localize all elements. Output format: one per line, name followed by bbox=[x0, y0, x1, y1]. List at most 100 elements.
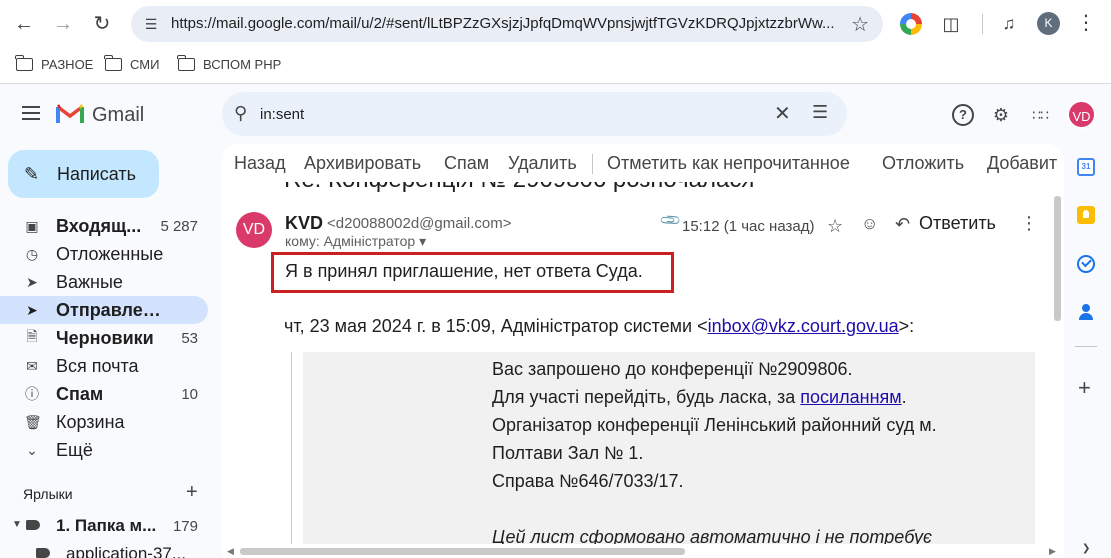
sidebar-item-label: Отправленные bbox=[56, 299, 171, 320]
address-bar[interactable]: ☰ https://mail.google.com/mail/u/2/#sent… bbox=[131, 6, 883, 42]
sidebar-item-all-mail[interactable]: ✉ Вся почта bbox=[0, 352, 208, 380]
sender-email-link[interactable]: inbox@vkz.court.gov.ua bbox=[708, 316, 899, 336]
expand-arrow-icon[interactable]: ▼ bbox=[12, 519, 22, 530]
gear-icon[interactable]: ⚙ bbox=[990, 104, 1012, 126]
sender-name: KVD bbox=[285, 213, 324, 233]
search-input[interactable] bbox=[260, 102, 760, 126]
sidebar-item-label: Входящ... bbox=[56, 215, 142, 236]
main-menu-icon[interactable] bbox=[22, 106, 40, 120]
important-icon: ➤ bbox=[26, 273, 38, 290]
folder-icon bbox=[104, 55, 122, 71]
sidebar-item-important[interactable]: ➤ Важные bbox=[0, 268, 208, 296]
draft-count: 53 bbox=[181, 329, 198, 347]
sidebar-item-label: Отложенные bbox=[56, 243, 164, 264]
search-icon[interactable]: ⚲ bbox=[234, 103, 247, 124]
quote-line-end: . bbox=[901, 387, 907, 407]
reply-button[interactable]: Ответить bbox=[919, 213, 996, 234]
labels-heading: Ярлыки bbox=[23, 486, 73, 502]
conference-link[interactable]: посиланням bbox=[800, 387, 901, 407]
label-name: application-37... bbox=[66, 544, 187, 558]
search-options-icon[interactable]: ☰ bbox=[812, 102, 828, 123]
back-arrow-icon[interactable]: ← bbox=[12, 12, 36, 36]
apps-grid-icon[interactable]: ∷∷ bbox=[1029, 104, 1051, 126]
bookmark-folder-raznoe[interactable]: РАЗНОЕ bbox=[15, 55, 94, 72]
mark-unread-button[interactable]: Отметить как непрочитанное bbox=[607, 153, 850, 174]
sidebar-item-label: Вся почта bbox=[56, 355, 139, 376]
extensions-puzzle-icon[interactable]: ◫ bbox=[940, 13, 962, 35]
reload-icon[interactable]: ↻ bbox=[90, 12, 114, 36]
bookmark-folder-vspom[interactable]: ВСПОМ РНР bbox=[177, 55, 281, 72]
sidebar-item-trash[interactable]: 🗑 Корзина bbox=[0, 408, 208, 436]
browser-profile-avatar[interactable]: K bbox=[1037, 12, 1060, 35]
add-addon-icon[interactable]: + bbox=[1078, 375, 1091, 401]
clear-search-icon[interactable]: ✕ bbox=[774, 101, 791, 126]
quote-line: Полтави Зал № 1. bbox=[492, 443, 644, 463]
horizontal-scrollbar-thumb[interactable] bbox=[240, 548, 685, 555]
site-settings-icon[interactable]: ☰ bbox=[141, 14, 161, 34]
label-item[interactable]: application-37... bbox=[0, 542, 208, 558]
bookmark-label: РАЗНОЕ bbox=[41, 57, 94, 72]
archive-button[interactable]: Архивировать bbox=[304, 153, 421, 174]
draft-icon: 🗎 bbox=[26, 328, 38, 344]
attachment-icon: 📎 bbox=[658, 208, 683, 232]
sender-avatar[interactable]: VD bbox=[236, 212, 272, 248]
compose-button[interactable]: ✎ Написать bbox=[8, 150, 159, 198]
quote-line-text: Для участі перейдіть, будь ласка, за bbox=[492, 387, 801, 407]
snooze-button[interactable]: Отложить bbox=[882, 153, 964, 174]
reply-icon[interactable]: ↶ bbox=[895, 214, 910, 235]
sidebar-item-inbox[interactable]: ▣ Входящ... 5 287 bbox=[0, 212, 208, 240]
toolbar-divider bbox=[592, 154, 593, 174]
quoted-message: Вас запрошено до конференції №2909806. Д… bbox=[303, 352, 1035, 558]
sidebar-item-more[interactable]: ⌄ Ещё bbox=[0, 436, 208, 464]
quote-divider bbox=[291, 352, 292, 558]
recipient-line[interactable]: кому: Адміністратор ▾ bbox=[285, 233, 426, 250]
spam-button[interactable]: Спам bbox=[444, 153, 489, 174]
sidebar-item-label: Черновики bbox=[56, 327, 154, 348]
scroll-left-icon[interactable]: ◀ bbox=[227, 546, 234, 557]
gmail-logo-icon[interactable] bbox=[56, 103, 84, 125]
forward-arrow-icon[interactable]: → bbox=[51, 12, 75, 36]
vertical-scrollbar-thumb[interactable] bbox=[1054, 196, 1061, 321]
add-label-icon[interactable]: + bbox=[186, 481, 198, 504]
quote-header-text: чт, 23 мая 2024 г. в 15:09, Адміністрато… bbox=[284, 316, 708, 336]
gmail-wordmark: Gmail bbox=[92, 104, 145, 126]
side-panel-divider bbox=[1075, 346, 1097, 347]
sidebar-item-drafts[interactable]: 🗎 Черновики 53 bbox=[0, 324, 208, 352]
sidebar-item-label: Спам bbox=[56, 383, 104, 404]
search-bar: ⚲ ✕ ☰ bbox=[222, 92, 847, 136]
scroll-right-icon[interactable]: ▶ bbox=[1049, 546, 1056, 557]
bookmarks-bar: РАЗНОЕ СМИ ВСПОМ РНР bbox=[0, 48, 1111, 84]
keep-icon[interactable] bbox=[1077, 206, 1095, 224]
media-control-icon[interactable]: ♫ bbox=[998, 13, 1020, 35]
clock-icon: ◷ bbox=[25, 245, 39, 262]
label-tag-icon bbox=[26, 520, 40, 530]
sidebar-item-snoozed[interactable]: ◷ Отложенные bbox=[0, 240, 208, 268]
collapse-panel-icon[interactable]: ❯ bbox=[1082, 543, 1090, 554]
label-item[interactable]: ▼ 1. Папка м... 179 bbox=[0, 514, 208, 540]
account-avatar[interactable]: VD bbox=[1067, 100, 1096, 129]
star-icon[interactable]: ☆ bbox=[827, 216, 843, 237]
sidebar-item-sent[interactable]: ➤ Отправленные bbox=[0, 296, 208, 324]
contacts-icon[interactable] bbox=[1077, 303, 1095, 321]
calendar-icon[interactable]: 31 bbox=[1077, 158, 1095, 176]
emoji-reaction-icon[interactable]: ☺ bbox=[861, 214, 878, 234]
bookmark-star-icon[interactable]: ☆ bbox=[851, 12, 869, 37]
url-text[interactable]: https://mail.google.com/mail/u/2/#sent/l… bbox=[171, 15, 841, 32]
help-icon[interactable]: ? bbox=[952, 104, 974, 126]
tasks-icon[interactable] bbox=[1077, 255, 1095, 273]
back-button[interactable]: Назад bbox=[234, 153, 286, 174]
sidebar-item-label: Ещё bbox=[56, 439, 93, 460]
delete-button[interactable]: Удалить bbox=[508, 153, 577, 174]
sender-email: <d20088002d@gmail.com> bbox=[327, 215, 512, 232]
message-view: Re: Конференція № 2909806 розпочалася На… bbox=[222, 144, 1064, 558]
spam-count: 10 bbox=[181, 385, 198, 403]
color-extension-icon[interactable] bbox=[900, 13, 922, 35]
sidebar-item-spam[interactable]: ⓘ Спам 10 bbox=[0, 380, 208, 408]
toolbar-divider bbox=[982, 14, 983, 34]
browser-menu-icon[interactable]: ⋮ bbox=[1076, 10, 1096, 35]
label-count: 179 bbox=[172, 518, 198, 535]
browser-toolbar: ← → ↻ ☰ https://mail.google.com/mail/u/2… bbox=[0, 0, 1111, 48]
add-to-button[interactable]: Добавит bbox=[987, 153, 1057, 174]
bookmark-folder-smi[interactable]: СМИ bbox=[104, 55, 159, 72]
more-options-icon[interactable]: ⋮ bbox=[1020, 213, 1038, 234]
